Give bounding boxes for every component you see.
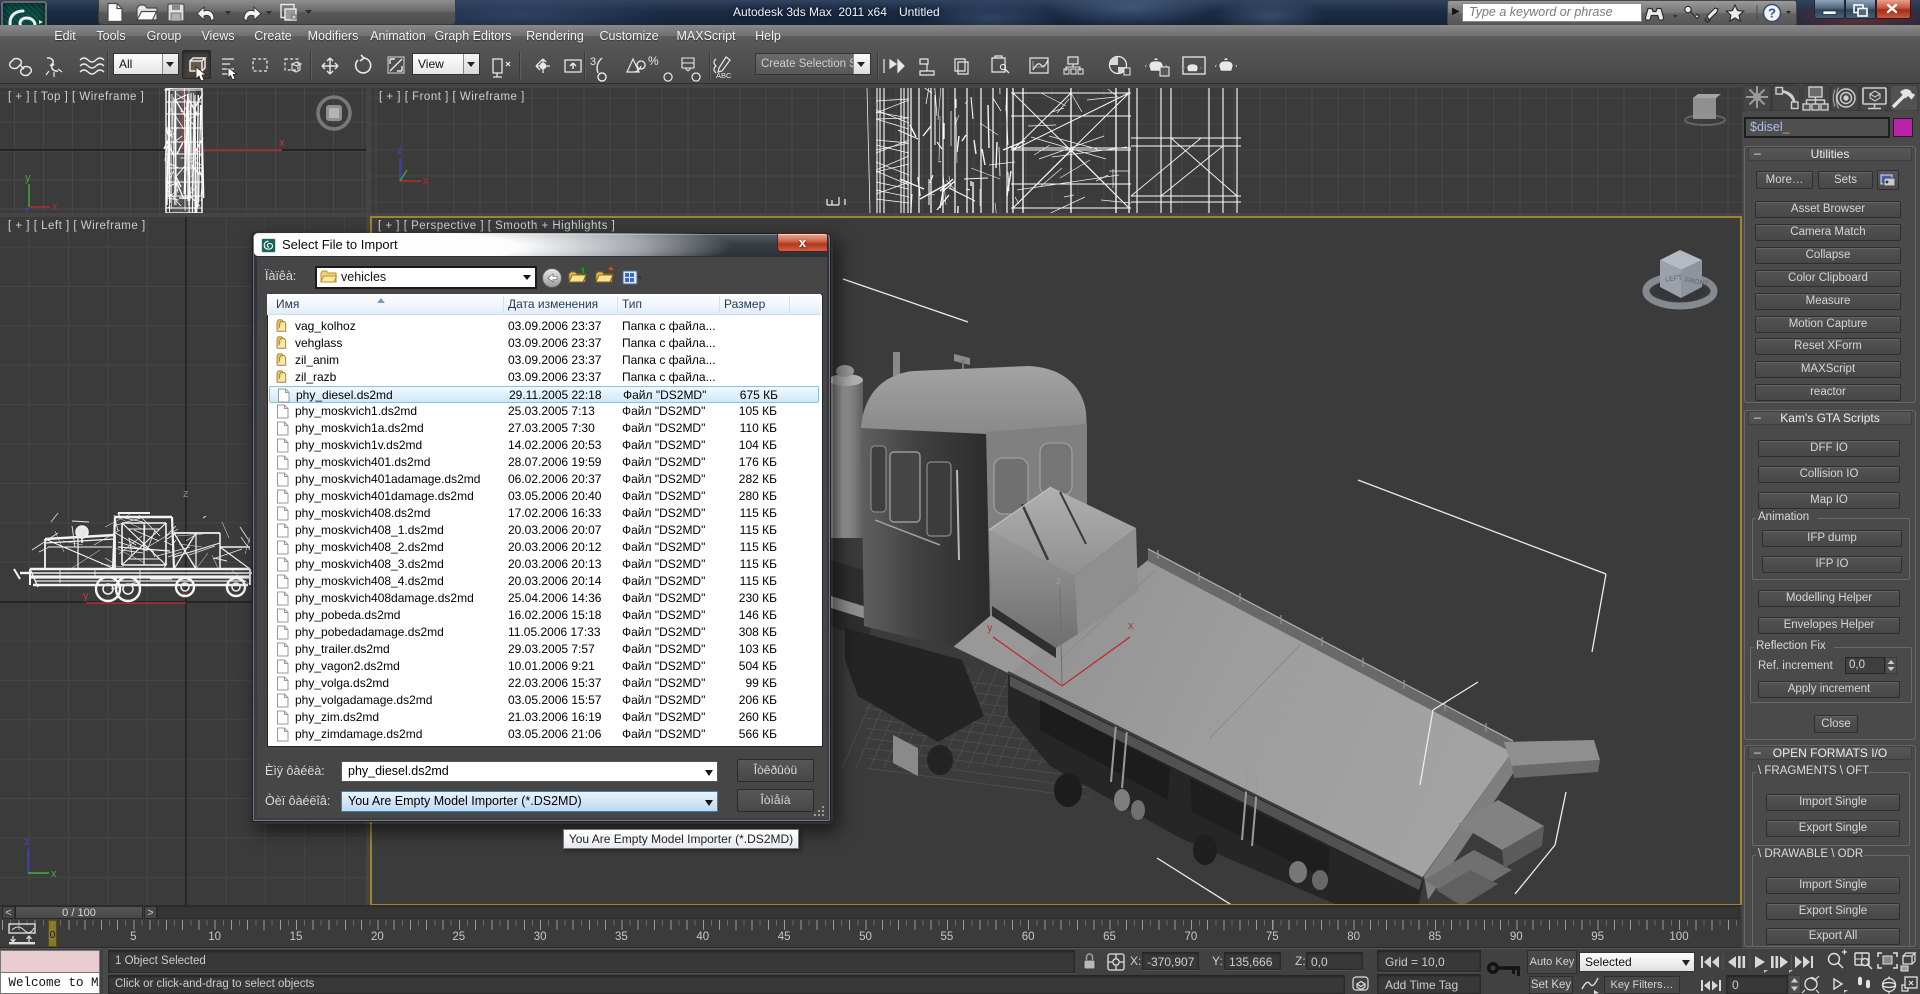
svg-text:x: x	[52, 201, 58, 213]
svg-text:x: x	[423, 175, 429, 187]
svg-text:z: z	[397, 145, 403, 157]
svg-text:?: ?	[1768, 6, 1776, 21]
svg-text:%: %	[648, 54, 659, 68]
svg-text:x: x	[1128, 620, 1134, 632]
svg-text:ABC: ABC	[716, 71, 732, 80]
svg-text:3: 3	[590, 56, 596, 68]
svg-text:z: z	[24, 836, 30, 848]
svg-text:x: x	[51, 868, 57, 880]
svg-text:y: y	[987, 622, 993, 634]
svg-text:y: y	[25, 172, 31, 184]
svg-text:x: x	[279, 137, 285, 149]
svg-text:z: z	[1056, 575, 1062, 587]
svg-text:z: z	[183, 488, 189, 500]
svg-text:y: y	[83, 590, 89, 602]
